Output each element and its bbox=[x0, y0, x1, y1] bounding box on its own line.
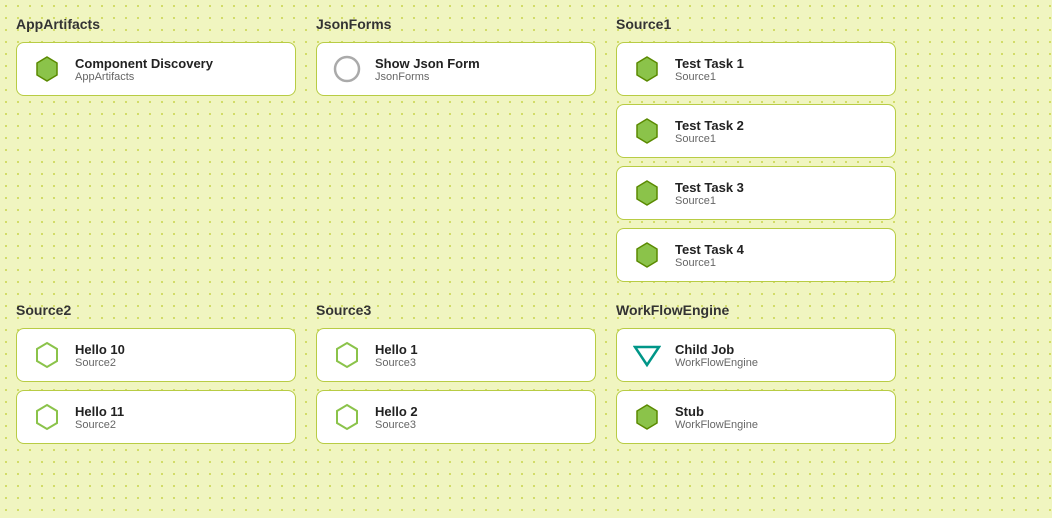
card-title: Test Task 1 bbox=[675, 56, 744, 71]
card-title: Hello 10 bbox=[75, 342, 125, 357]
card-subtitle: Source3 bbox=[375, 357, 418, 369]
hex-icon bbox=[631, 401, 663, 433]
card-text: Test Task 3 Source1 bbox=[675, 180, 744, 207]
group-title-app-artifacts: AppArtifacts bbox=[16, 16, 296, 32]
card-title: Test Task 4 bbox=[675, 242, 744, 257]
group-source3: Source3 Hello 1 Source3 bbox=[316, 302, 596, 444]
card-text: Child Job WorkFlowEngine bbox=[675, 342, 758, 369]
card-text: Test Task 2 Source1 bbox=[675, 118, 744, 145]
card-hello-1[interactable]: Hello 1 Source3 bbox=[316, 328, 596, 382]
card-subtitle: WorkFlowEngine bbox=[675, 419, 758, 431]
card-title: Show Json Form bbox=[375, 56, 480, 71]
card-subtitle: WorkFlowEngine bbox=[675, 357, 758, 369]
card-subtitle: Source2 bbox=[75, 357, 125, 369]
hex-icon bbox=[631, 115, 663, 147]
row-1: AppArtifacts Component Discovery AppArti… bbox=[16, 16, 1036, 282]
hex-outline-icon bbox=[331, 401, 363, 433]
card-subtitle: AppArtifacts bbox=[75, 71, 213, 83]
card-test-task-4[interactable]: Test Task 4 Source1 bbox=[616, 228, 896, 282]
card-text: Test Task 4 Source1 bbox=[675, 242, 744, 269]
card-title: Test Task 2 bbox=[675, 118, 744, 133]
card-text: Test Task 1 Source1 bbox=[675, 56, 744, 83]
card-subtitle: Source1 bbox=[675, 133, 744, 145]
group-app-artifacts: AppArtifacts Component Discovery AppArti… bbox=[16, 16, 296, 282]
card-show-json-form[interactable]: Show Json Form JsonForms bbox=[316, 42, 596, 96]
card-component-discovery[interactable]: Component Discovery AppArtifacts bbox=[16, 42, 296, 96]
group-title-source2: Source2 bbox=[16, 302, 296, 318]
hex-icon bbox=[631, 53, 663, 85]
group-title-source3: Source3 bbox=[316, 302, 596, 318]
hex-icon bbox=[631, 177, 663, 209]
card-test-task-3[interactable]: Test Task 3 Source1 bbox=[616, 166, 896, 220]
hex-outline-icon bbox=[31, 339, 63, 371]
card-title: Hello 2 bbox=[375, 404, 418, 419]
card-hello-10[interactable]: Hello 10 Source2 bbox=[16, 328, 296, 382]
group-title-source1: Source1 bbox=[616, 16, 896, 32]
card-test-task-2[interactable]: Test Task 2 Source1 bbox=[616, 104, 896, 158]
card-subtitle: Source2 bbox=[75, 419, 124, 431]
group-source1: Source1 Test Task 1 Source1 bbox=[616, 16, 896, 282]
hex-outline-icon bbox=[31, 401, 63, 433]
card-subtitle: Source1 bbox=[675, 195, 744, 207]
group-title-json-forms: JsonForms bbox=[316, 16, 596, 32]
card-title: Test Task 3 bbox=[675, 180, 744, 195]
card-text: Hello 1 Source3 bbox=[375, 342, 418, 369]
card-hello-2[interactable]: Hello 2 Source3 bbox=[316, 390, 596, 444]
card-text: Hello 10 Source2 bbox=[75, 342, 125, 369]
triangle-icon bbox=[631, 339, 663, 371]
card-title: Hello 1 bbox=[375, 342, 418, 357]
hex-icon bbox=[631, 239, 663, 271]
card-text: Hello 11 Source2 bbox=[75, 404, 124, 431]
card-stub[interactable]: Stub WorkFlowEngine bbox=[616, 390, 896, 444]
card-title: Stub bbox=[675, 404, 758, 419]
group-title-workflow-engine: WorkFlowEngine bbox=[616, 302, 896, 318]
card-title: Component Discovery bbox=[75, 56, 213, 71]
circle-icon bbox=[331, 53, 363, 85]
group-json-forms: JsonForms Show Json Form JsonForms bbox=[316, 16, 596, 282]
card-subtitle: Source1 bbox=[675, 71, 744, 83]
card-child-job[interactable]: Child Job WorkFlowEngine bbox=[616, 328, 896, 382]
card-subtitle: Source3 bbox=[375, 419, 418, 431]
card-text: Show Json Form JsonForms bbox=[375, 56, 480, 83]
hex-icon bbox=[31, 53, 63, 85]
hex-outline-icon bbox=[331, 339, 363, 371]
card-subtitle: Source1 bbox=[675, 257, 744, 269]
card-text: Component Discovery AppArtifacts bbox=[75, 56, 213, 83]
card-text: Stub WorkFlowEngine bbox=[675, 404, 758, 431]
main-canvas: AppArtifacts Component Discovery AppArti… bbox=[0, 0, 1052, 460]
group-source2: Source2 Hello 10 Source2 bbox=[16, 302, 296, 444]
card-title: Hello 11 bbox=[75, 404, 124, 419]
card-text: Hello 2 Source3 bbox=[375, 404, 418, 431]
row-2: Source2 Hello 10 Source2 bbox=[16, 302, 1036, 444]
group-workflow-engine: WorkFlowEngine Child Job WorkFlowEngine bbox=[616, 302, 896, 444]
card-title: Child Job bbox=[675, 342, 758, 357]
card-subtitle: JsonForms bbox=[375, 71, 480, 83]
card-test-task-1[interactable]: Test Task 1 Source1 bbox=[616, 42, 896, 96]
card-hello-11[interactable]: Hello 11 Source2 bbox=[16, 390, 296, 444]
